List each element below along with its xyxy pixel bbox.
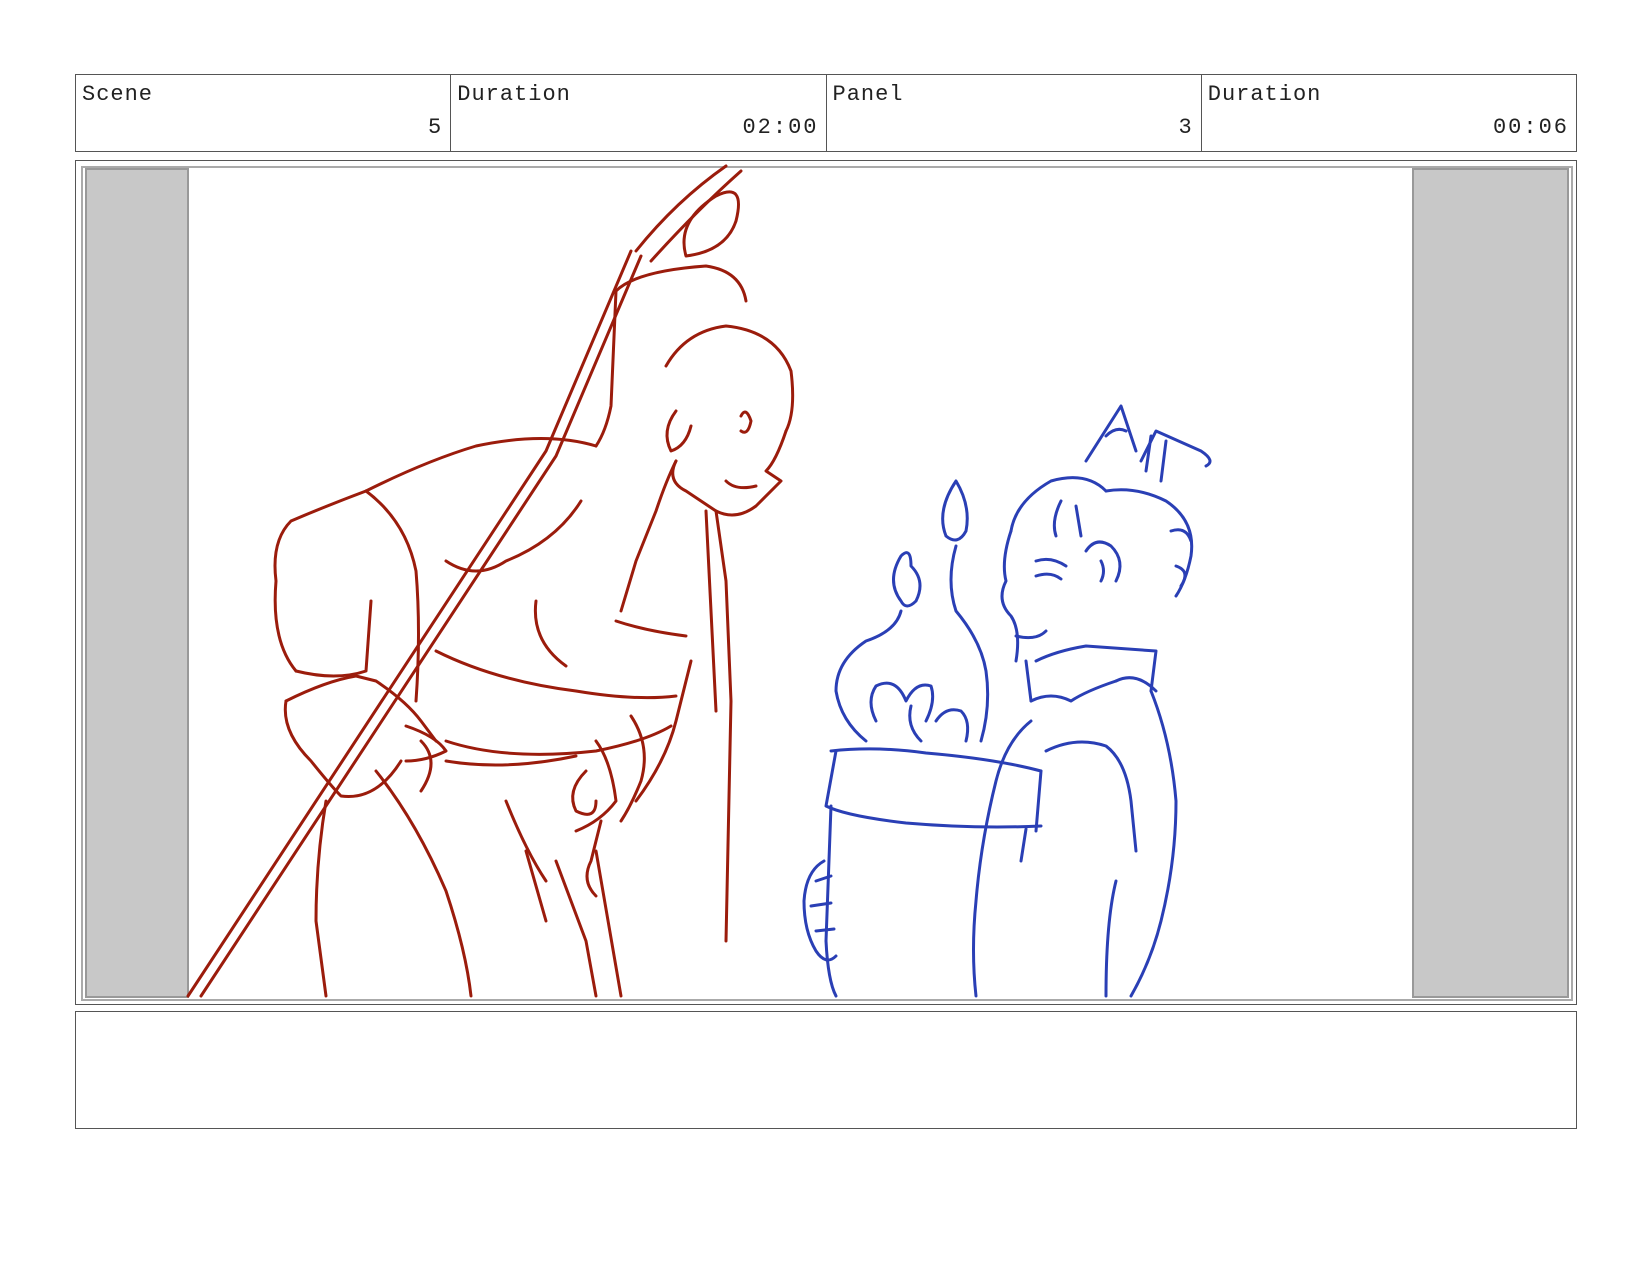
- red-character-sketch: [186, 164, 795, 998]
- left-safe-area-bar: [85, 168, 189, 998]
- panel-duration-cell: Duration 00:06: [1202, 75, 1576, 151]
- panel-duration-value: 00:06: [1492, 115, 1569, 140]
- panel-artwork: [81, 164, 1573, 1001]
- panel-duration-label: Duration: [1207, 82, 1322, 107]
- scene-duration-label: Duration: [457, 82, 571, 107]
- scene-label: Scene: [82, 82, 154, 107]
- blue-character-sketch: [802, 404, 1212, 998]
- panel-cell: Panel 3: [827, 75, 1202, 151]
- scene-cell: Scene 5: [76, 75, 452, 151]
- panel-number: 3: [1178, 115, 1194, 140]
- panel-notes-box[interactable]: [75, 1011, 1577, 1129]
- right-safe-area-bar: [1412, 168, 1569, 998]
- storyboard-panel: [75, 160, 1577, 1005]
- panel-label: Panel: [832, 82, 904, 107]
- panel-header: Scene 5 Duration 02:00 Panel 3 Duration …: [75, 74, 1577, 152]
- scene-duration-value: 02:00: [742, 115, 819, 140]
- scene-duration-cell: Duration 02:00: [451, 75, 827, 151]
- scene-number: 5: [428, 115, 444, 140]
